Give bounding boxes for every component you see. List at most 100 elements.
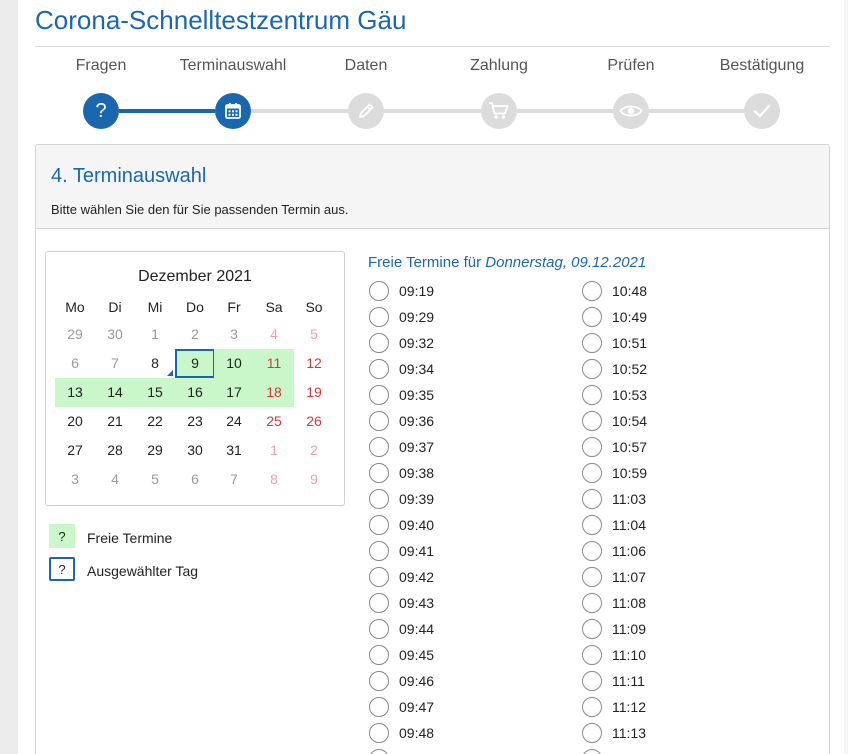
time-slot-option[interactable]: 11:06	[582, 541, 702, 563]
time-slot-radio[interactable]	[369, 541, 389, 561]
time-slot-radio[interactable]	[582, 463, 602, 483]
time-slot-radio[interactable]	[369, 463, 389, 483]
time-slot-option[interactable]: 11:07	[582, 567, 702, 589]
time-slot-radio[interactable]	[369, 307, 389, 327]
time-slot-radio[interactable]	[369, 437, 389, 457]
time-slot-option[interactable]: 11:09	[582, 619, 702, 641]
page: Corona-Schnelltestzentrum Gäu Fragen? Ter…	[18, 0, 844, 754]
calendar-day[interactable]: 18	[254, 378, 294, 407]
time-slot-radio[interactable]	[369, 593, 389, 613]
step-1-question-icon[interactable]: ?	[83, 93, 119, 129]
time-slot-option[interactable]: 10:53	[582, 385, 702, 407]
time-slot-option[interactable]: 09:19	[369, 281, 489, 303]
time-slot-radio[interactable]	[582, 749, 602, 754]
time-slot-label: 09:47	[399, 699, 435, 715]
time-slot-option[interactable]: 11:11	[582, 671, 702, 693]
step-connector	[649, 109, 744, 113]
time-slot-radio[interactable]	[369, 515, 389, 535]
time-slot-option[interactable]: 09:40	[369, 515, 489, 537]
time-slot-option[interactable]: 10:52	[582, 359, 702, 381]
time-slot-radio[interactable]	[582, 411, 602, 431]
time-slot-option[interactable]: 09:35	[369, 385, 489, 407]
time-slot-option[interactable]: 10:51	[582, 333, 702, 355]
time-slot-option[interactable]: 09:34	[369, 359, 489, 381]
time-slot-radio-partial[interactable]	[369, 749, 389, 754]
time-slot-radio-partial[interactable]	[582, 749, 602, 754]
time-slot-option[interactable]: 09:39	[369, 489, 489, 511]
time-slot-label: 11:10	[612, 647, 646, 663]
time-slot-radio[interactable]	[582, 359, 602, 379]
time-slot-radio[interactable]	[369, 489, 389, 509]
calendar-day[interactable]: 14	[95, 378, 135, 407]
step-label-3: Daten	[344, 57, 388, 74]
time-slot-option[interactable]: 10:54	[582, 411, 702, 433]
time-slot-radio[interactable]	[582, 515, 602, 535]
time-slot-radio[interactable]	[582, 307, 602, 327]
calendar-day[interactable]: 13	[55, 378, 95, 407]
calendar-day: 4	[111, 471, 119, 487]
time-slot-radio[interactable]	[582, 333, 602, 353]
time-slot-option[interactable]: 09:36	[369, 411, 489, 433]
time-slot-radio[interactable]	[582, 489, 602, 509]
time-slot-radio[interactable]	[582, 697, 602, 717]
time-slot-radio[interactable]	[369, 567, 389, 587]
time-slot-radio[interactable]	[369, 333, 389, 353]
calendar-day[interactable]: 10	[214, 349, 254, 378]
time-slot-option[interactable]: 09:37	[369, 437, 489, 459]
time-slot-option[interactable]: 11:10	[582, 645, 702, 667]
time-slot-radio[interactable]	[369, 645, 389, 665]
time-slot-label: 09:42	[399, 569, 435, 585]
time-slot-option[interactable]: 10:48	[582, 281, 702, 303]
time-slot-option[interactable]: 09:45	[369, 645, 489, 667]
time-slot-radio[interactable]	[369, 723, 389, 743]
calendar-day[interactable]: 17	[214, 378, 254, 407]
time-slot-radio[interactable]	[369, 749, 389, 754]
time-slot-option[interactable]: 09:29	[369, 307, 489, 329]
time-slot-radio[interactable]	[582, 541, 602, 561]
time-slot-radio[interactable]	[582, 437, 602, 457]
time-slot-option[interactable]: 11:04	[582, 515, 702, 537]
time-slot-option[interactable]: 10:49	[582, 307, 702, 329]
time-slot-option[interactable]: 09:42	[369, 567, 489, 589]
time-slot-radio[interactable]	[582, 619, 602, 639]
time-slot-option[interactable]: 09:47	[369, 697, 489, 719]
time-slot-radio[interactable]	[582, 593, 602, 613]
calendar-day[interactable]: 16	[175, 378, 215, 407]
time-slot-option[interactable]: 09:38	[369, 463, 489, 485]
time-slot-option[interactable]: 09:41	[369, 541, 489, 563]
calendar-day[interactable]: 15	[135, 378, 175, 407]
time-slot-radio[interactable]	[369, 671, 389, 691]
time-slot-option[interactable]: 09:44	[369, 619, 489, 641]
time-slot-option[interactable]: 09:46	[369, 671, 489, 693]
time-slot-radio[interactable]	[582, 645, 602, 665]
time-slot-radio[interactable]	[369, 619, 389, 639]
legend-free-label: Freie Termine	[87, 530, 173, 546]
time-slot-radio[interactable]	[582, 723, 602, 743]
time-slot-option[interactable]: 10:59	[582, 463, 702, 485]
time-slot-radio[interactable]	[369, 359, 389, 379]
calendar-day: 3	[71, 471, 79, 487]
time-slot-radio[interactable]	[582, 385, 602, 405]
step-2-calendar-icon[interactable]	[215, 93, 251, 129]
time-slot-option[interactable]: 11:08	[582, 593, 702, 615]
time-slot-radio[interactable]	[582, 671, 602, 691]
time-slot-label: 09:46	[399, 673, 435, 689]
calendar-month-title: Dezember 2021	[138, 268, 252, 285]
time-slot-radio[interactable]	[369, 697, 389, 717]
time-slot-radio[interactable]	[582, 281, 602, 301]
time-slot-option[interactable]: 11:13	[582, 723, 702, 745]
time-slot-option[interactable]: 11:03	[582, 489, 702, 511]
time-slot-option[interactable]: 10:57	[582, 437, 702, 459]
time-slot-label: 09:43	[399, 595, 435, 611]
time-slot-option[interactable]: 09:32	[369, 333, 489, 355]
time-slot-radio[interactable]	[369, 281, 389, 301]
calendar-day[interactable]: 11	[254, 349, 294, 378]
time-slot-option[interactable]: 09:43	[369, 593, 489, 615]
time-slot-radio[interactable]	[369, 385, 389, 405]
scrollbar[interactable]	[844, 0, 848, 754]
time-slot-radio[interactable]	[582, 567, 602, 587]
calendar-day-selected[interactable]: 9	[175, 349, 215, 378]
time-slot-radio[interactable]	[369, 411, 389, 431]
time-slot-option[interactable]: 09:48	[369, 723, 489, 745]
time-slot-option[interactable]: 11:12	[582, 697, 702, 719]
